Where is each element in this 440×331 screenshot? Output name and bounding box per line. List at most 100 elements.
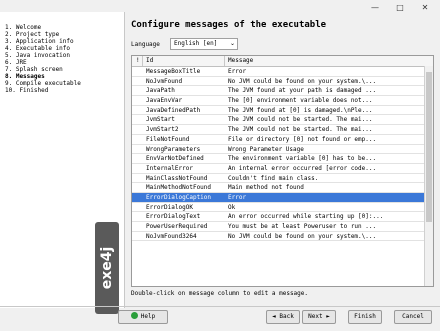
row-message-cell[interactable]: The [0] environment variable does not... — [225, 96, 425, 105]
table-row[interactable]: ErrorDialogCaption Error — [132, 192, 433, 203]
language-select[interactable]: English [en] ⌄ — [170, 38, 238, 50]
back-button[interactable]: ◄ Back — [266, 310, 300, 324]
step-executable-info[interactable]: 4. Executable info — [5, 45, 70, 52]
step-messages[interactable]: 8. Messages — [5, 73, 45, 80]
button-bar-divider — [0, 306, 440, 307]
minimize-button[interactable]: — — [370, 3, 380, 13]
row-id-cell: EnvVarNotDefined — [146, 155, 204, 163]
row-flag-cell — [132, 77, 143, 86]
exe4j-logo: exe4j — [95, 222, 119, 314]
step-splash-screen[interactable]: 7. Splash screen — [5, 66, 63, 73]
row-flag-cell — [132, 135, 143, 144]
row-message-cell[interactable]: The environment variable [0] has to be..… — [225, 154, 425, 163]
row-id-cell: MainClassNotFound — [146, 174, 208, 182]
table-row[interactable]: JvmStart The JVM could not be started. Th… — [132, 115, 433, 126]
help-button[interactable]: Help — [118, 310, 168, 324]
table-row[interactable]: NoJvmFound3264 No JVM could be found on y… — [132, 232, 433, 242]
scrollbar-thumb[interactable] — [426, 72, 432, 222]
help-button-label: Help — [140, 313, 156, 320]
chevron-down-icon: ⌄ — [229, 40, 235, 47]
step-project-type[interactable]: 2. Project type — [5, 31, 59, 38]
help-icon — [130, 312, 138, 319]
column-header-flag[interactable]: ! — [132, 56, 143, 66]
row-message-cell[interactable]: Couldn't find main class. — [225, 174, 425, 183]
table-row[interactable]: MainClassNotFound Couldn't find main clas… — [132, 174, 433, 184]
table-row[interactable]: JavaEnvVar The [0] environment variable d… — [132, 96, 433, 106]
exe4j-logo-text: exe4j — [99, 246, 115, 290]
next-button[interactable]: Next ► — [302, 310, 336, 324]
row-id-cell: MessageBoxTitle — [146, 68, 201, 75]
table-row[interactable]: WrongParameters Wrong Parameter Usage — [132, 145, 433, 155]
row-id-cell: NoJvmFound — [146, 77, 183, 85]
row-message-cell[interactable]: The JVM could not be started. The mai... — [225, 115, 425, 124]
messages-table: ! Id Message MessageBoxTitle Error NoJvmFo… — [131, 55, 434, 287]
row-message-cell[interactable]: An error occurred while starting up [0]:… — [225, 212, 425, 221]
row-flag-cell — [132, 203, 143, 212]
row-flag-cell — [132, 183, 143, 192]
row-id-cell: MainMethodNotFound — [146, 184, 212, 192]
table-row[interactable]: ErrorDialogText An error occurred while s… — [132, 212, 433, 222]
row-message-cell[interactable]: File or directory [0] not found or emp..… — [225, 135, 425, 144]
row-id-cell: FileNotFound — [146, 135, 190, 143]
row-flag-cell — [132, 154, 143, 163]
table-row[interactable]: InternalError An internal error occurred … — [132, 164, 433, 174]
cancel-button[interactable]: Cancel — [394, 310, 432, 324]
step-jre[interactable]: 6. JRE — [5, 59, 27, 66]
maximize-button[interactable]: □ — [395, 3, 405, 13]
row-message-cell[interactable]: Main method not found — [225, 183, 425, 192]
row-message-cell[interactable]: Error — [225, 193, 425, 202]
row-id-cell: InternalError — [146, 164, 193, 172]
row-flag-cell — [132, 232, 143, 241]
step-java-invocation[interactable]: 5. Java invocation — [5, 52, 70, 59]
table-header: ! Id Message — [132, 56, 433, 67]
column-header-id[interactable]: Id — [143, 56, 225, 66]
row-id-cell: JvmStart2 — [146, 126, 179, 134]
close-button[interactable]: ✕ — [420, 3, 430, 13]
step-welcome[interactable]: 1. Welcome — [5, 24, 41, 31]
row-id-cell: ErrorDialogOK — [146, 203, 193, 211]
row-flag-cell — [132, 145, 143, 154]
table-row[interactable]: FileNotFound File or directory [0] not fo… — [132, 135, 433, 145]
row-flag-cell — [132, 174, 143, 183]
row-message-cell[interactable]: An internal error occurred [error code..… — [225, 164, 425, 173]
row-message-cell[interactable]: Ok — [225, 203, 425, 212]
row-message-cell[interactable]: Wrong Parameter Usage — [225, 145, 425, 154]
step-application-info[interactable]: 3. Application info — [5, 38, 74, 45]
row-flag-cell — [132, 222, 143, 231]
table-row[interactable]: JavaPath The JVM found at your path is da… — [132, 86, 433, 97]
row-flag-cell — [132, 193, 143, 202]
row-flag-cell — [132, 96, 143, 105]
table-row[interactable]: ErrorDialogOK Ok — [132, 203, 433, 213]
row-flag-cell — [132, 115, 143, 124]
row-message-cell[interactable]: No JVM could be found on your system.\..… — [225, 77, 425, 86]
row-id-cell: PowerUserRequired — [146, 223, 208, 230]
table-row[interactable]: JavaDefinedPath The JVM found at [0] is d… — [132, 106, 433, 116]
table-body: MessageBoxTitle Error NoJvmFound No JVM cou… — [132, 67, 433, 242]
row-message-cell[interactable]: Error — [225, 67, 425, 76]
finish-button[interactable]: Finish — [348, 310, 382, 324]
row-flag-cell — [132, 106, 143, 115]
row-message-cell[interactable]: No JVM could be found on your system.\..… — [225, 232, 425, 241]
step-finished[interactable]: 10. Finished — [5, 87, 48, 94]
table-row[interactable]: MessageBoxTitle Error — [132, 67, 433, 77]
table-row[interactable]: JvmStart2 The JVM could not be started. T… — [132, 125, 433, 135]
wizard-steps-sidebar: 1. Welcome 2. Project type 3. Applicatio… — [0, 12, 125, 314]
row-message-cell[interactable]: The JVM could not be started. The mai... — [225, 125, 425, 134]
column-header-message[interactable]: Message — [225, 56, 433, 66]
table-row[interactable]: PowerUserRequired You must be at least Po… — [132, 222, 433, 232]
row-message-cell[interactable]: The JVM found at your path is damaged ..… — [225, 86, 425, 95]
row-id-cell: JvmStart — [146, 116, 175, 124]
row-message-cell[interactable]: You must be at least Poweruser to run ..… — [225, 222, 425, 231]
row-id-cell: JavaPath — [146, 87, 175, 95]
language-label: Language — [131, 41, 160, 48]
row-flag-cell — [132, 86, 143, 95]
table-row[interactable]: EnvVarNotDefined The environment variable… — [132, 154, 433, 164]
row-flag-cell — [132, 67, 143, 76]
row-message-cell[interactable]: The JVM found at [0] is damaged.\nPle... — [225, 106, 425, 115]
page-title: Configure messages of the executable — [131, 20, 327, 30]
table-row[interactable]: NoJvmFound No JVM could be found on your … — [132, 77, 433, 87]
step-compile-executable[interactable]: 9. Compile executable — [5, 80, 81, 87]
table-vertical-scrollbar[interactable] — [424, 66, 433, 286]
table-row[interactable]: MainMethodNotFound Main method not found — [132, 183, 433, 193]
edit-hint-text: Double-click on message column to edit a… — [131, 290, 309, 297]
